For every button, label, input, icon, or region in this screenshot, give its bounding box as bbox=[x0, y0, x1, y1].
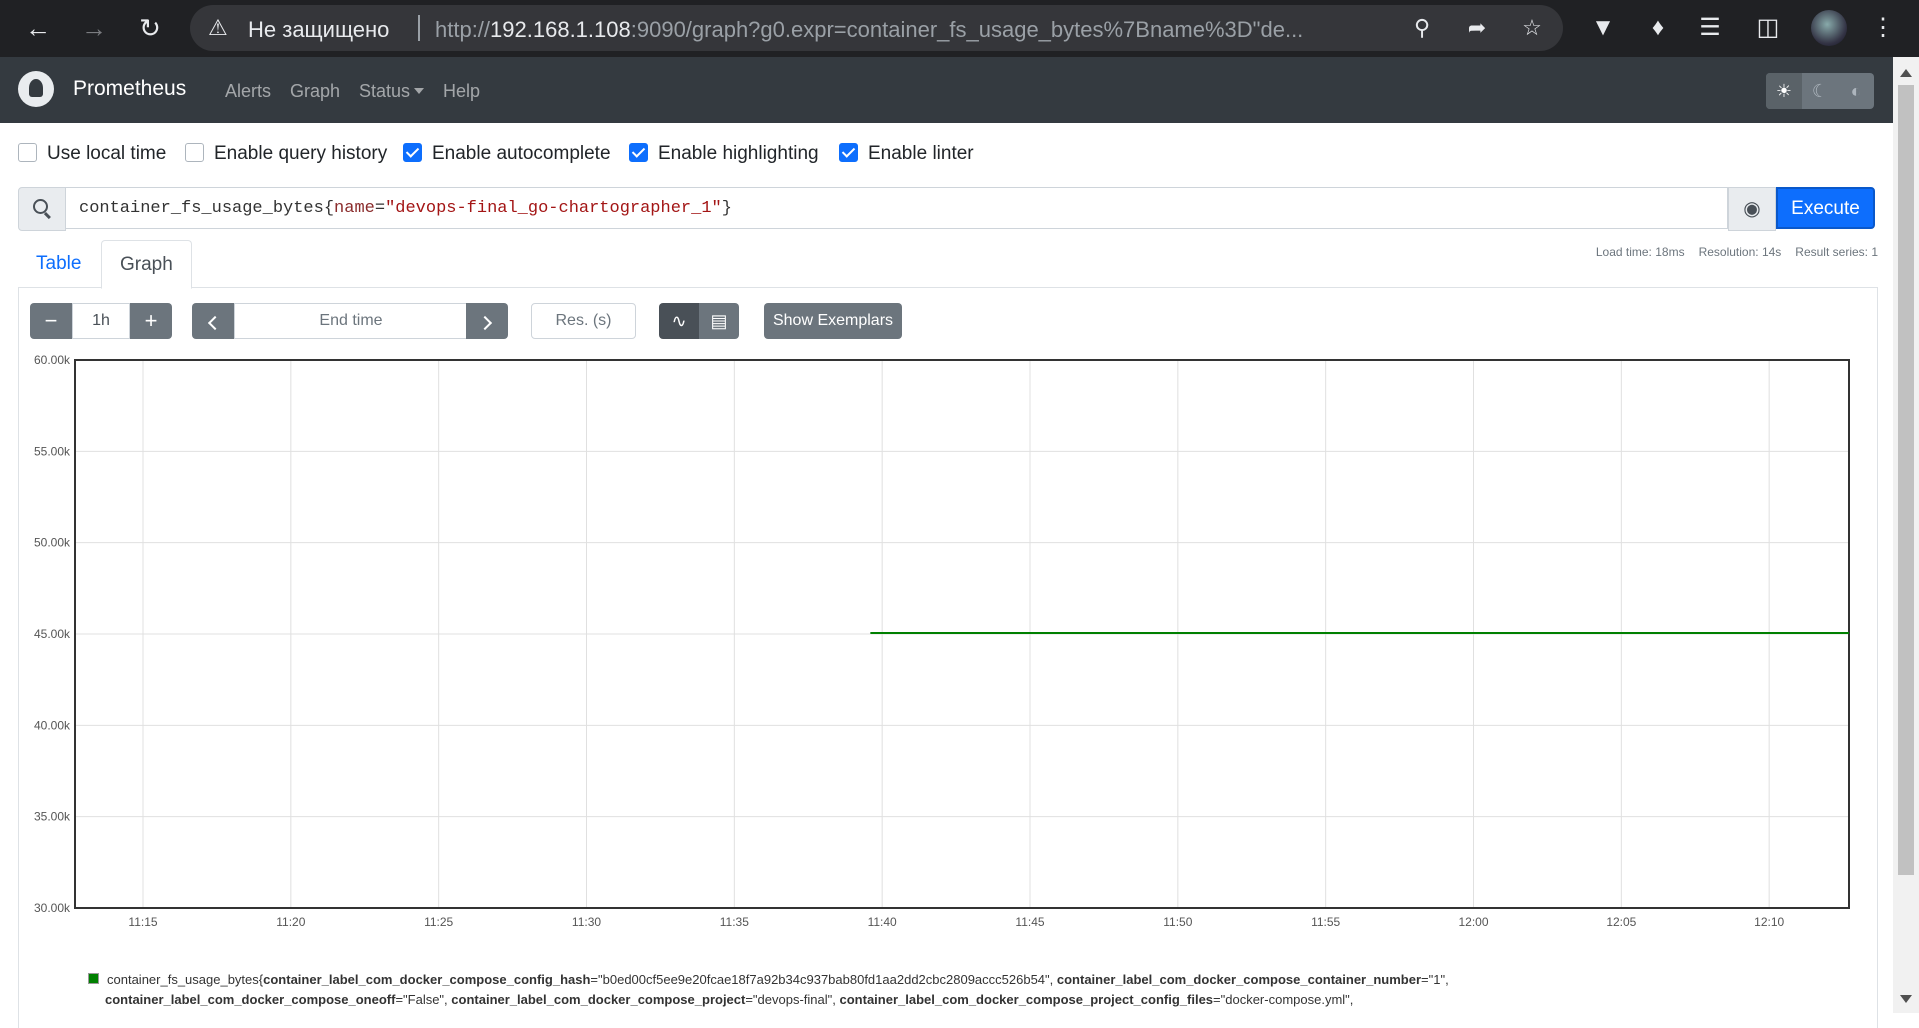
x-tick-label: 12:05 bbox=[1606, 915, 1636, 929]
query-input[interactable]: container_fs_usage_bytes{name="devops-fi… bbox=[65, 187, 1728, 229]
x-tick-label: 12:00 bbox=[1458, 915, 1488, 929]
series-color-swatch bbox=[88, 973, 99, 984]
show-exemplars-button[interactable]: Show Exemplars bbox=[764, 303, 902, 339]
media-queue-icon[interactable]: ☰ bbox=[1693, 11, 1727, 45]
prometheus-navbar: Prometheus Alerts Graph Status Help ☀ ☾ … bbox=[0, 57, 1893, 123]
resolution-input[interactable]: Res. (s) bbox=[531, 303, 636, 339]
x-tick-label: 12:10 bbox=[1754, 915, 1784, 929]
chevron-left-icon bbox=[207, 315, 223, 331]
decrease-range-button[interactable]: − bbox=[30, 303, 72, 339]
query-bar: container_fs_usage_bytes{name="devops-fi… bbox=[18, 187, 1878, 231]
nav-graph[interactable]: Graph bbox=[290, 81, 340, 102]
resolution: Resolution: 14s bbox=[1698, 245, 1782, 259]
x-tick-label: 11:40 bbox=[868, 915, 897, 929]
x-tick-label: 11:25 bbox=[424, 915, 453, 929]
browser-menu-icon[interactable]: ⋮ bbox=[1866, 11, 1900, 45]
reload-icon[interactable]: ↻ bbox=[132, 10, 168, 46]
x-tick-label: 11:30 bbox=[572, 915, 601, 929]
address-separator bbox=[418, 15, 420, 41]
checkbox-linter[interactable] bbox=[839, 143, 858, 162]
y-tick-label: 50.00k bbox=[34, 536, 71, 550]
x-tick-label: 11:15 bbox=[128, 915, 157, 929]
x-tick-label: 11:35 bbox=[720, 915, 749, 929]
auto-theme-icon[interactable]: ◐ bbox=[1838, 73, 1874, 109]
series-legend[interactable]: container_fs_usage_bytes{container_label… bbox=[88, 968, 1885, 1012]
increase-range-button[interactable]: + bbox=[130, 303, 172, 339]
theme-toggle-group: ☀ ☾ ◐ bbox=[1766, 73, 1874, 109]
side-panel-icon[interactable]: ◫ bbox=[1751, 11, 1785, 45]
range-input[interactable]: 1h bbox=[72, 303, 130, 339]
browser-toolbar: ← → ↻ ⚠ Не защищено http://192.168.1.108… bbox=[0, 0, 1919, 57]
load-time: Load time: 18ms bbox=[1595, 245, 1685, 259]
zoom-icon[interactable]: ⚲ bbox=[1407, 13, 1437, 43]
y-tick-label: 30.00k bbox=[34, 901, 71, 915]
option-linter[interactable]: Enable linter bbox=[839, 143, 974, 165]
scroll-down-arrow[interactable] bbox=[1900, 995, 1912, 1003]
vivaldi-extension-icon[interactable]: ▼ bbox=[1586, 11, 1620, 45]
line-chart-icon[interactable]: ∿ bbox=[659, 303, 699, 339]
chevron-right-icon bbox=[477, 315, 493, 331]
x-tick-label: 11:20 bbox=[276, 915, 305, 929]
scroll-up-arrow[interactable] bbox=[1900, 69, 1912, 77]
execute-button[interactable]: Execute bbox=[1776, 187, 1875, 229]
y-tick-label: 40.00k bbox=[34, 718, 71, 732]
x-tick-label: 11:55 bbox=[1311, 915, 1340, 929]
tab-graph[interactable]: Graph bbox=[101, 240, 192, 289]
forward-arrow-icon[interactable]: → bbox=[76, 10, 112, 46]
nav-alerts[interactable]: Alerts bbox=[225, 81, 271, 102]
light-theme-icon[interactable]: ☀ bbox=[1766, 73, 1802, 109]
checkbox-query-history[interactable] bbox=[185, 143, 204, 162]
dark-theme-icon[interactable]: ☾ bbox=[1802, 73, 1838, 109]
end-time-input[interactable]: End time bbox=[234, 303, 468, 339]
extensions-puzzle-icon[interactable]: ♦ bbox=[1641, 11, 1675, 45]
chevron-down-icon bbox=[414, 88, 425, 94]
query-stats: Load time: 18ms Resolution: 14s Result ser… bbox=[1582, 245, 1878, 259]
page-scrollbar[interactable] bbox=[1893, 57, 1919, 1013]
address-bar[interactable]: ⚠ Не защищено http://192.168.1.108:9090/… bbox=[190, 5, 1563, 51]
option-query-history[interactable]: Enable query history bbox=[185, 143, 387, 165]
share-icon[interactable]: ➦ bbox=[1462, 13, 1492, 43]
y-tick-label: 60.00k bbox=[34, 353, 71, 367]
result-tabs: Table Graph Load time: 18ms Resolution: 1… bbox=[18, 240, 1878, 289]
security-label[interactable]: Не защищено bbox=[248, 17, 389, 43]
legend-line-2: container_label_com_docker_compose_oneof… bbox=[105, 992, 1354, 1007]
time-series-chart[interactable]: 60.00k 55.00k 50.00k 45.00k 40.00k 35.00k 30.0… bbox=[20, 350, 1860, 930]
back-arrow-icon[interactable]: ← bbox=[20, 10, 56, 46]
option-highlighting[interactable]: Enable highlighting bbox=[629, 143, 819, 165]
next-time-button[interactable] bbox=[466, 303, 508, 339]
prometheus-logo-icon[interactable] bbox=[18, 71, 54, 107]
checkbox-highlighting[interactable] bbox=[629, 143, 648, 162]
previous-time-button[interactable] bbox=[192, 303, 234, 339]
warning-icon[interactable]: ⚠ bbox=[208, 15, 228, 41]
option-autocomplete[interactable]: Enable autocomplete bbox=[403, 143, 611, 165]
metrics-explorer-globe-icon[interactable]: ◉ bbox=[1728, 187, 1776, 231]
search-icon bbox=[18, 187, 66, 231]
option-use-local-time[interactable]: Use local time bbox=[18, 143, 166, 165]
x-tick-label: 11:50 bbox=[1163, 915, 1192, 929]
url-text[interactable]: http://192.168.1.108:9090/graph?g0.expr=… bbox=[435, 17, 1385, 43]
x-tick-label: 11:45 bbox=[1015, 915, 1044, 929]
bookmark-star-icon[interactable]: ☆ bbox=[1517, 13, 1547, 43]
checkbox-autocomplete[interactable] bbox=[403, 143, 422, 162]
nav-help[interactable]: Help bbox=[443, 81, 480, 102]
result-series: Result series: 1 bbox=[1795, 245, 1878, 259]
checkbox-use-local-time[interactable] bbox=[18, 143, 37, 162]
profile-avatar[interactable] bbox=[1811, 10, 1847, 46]
tab-table[interactable]: Table bbox=[18, 240, 99, 287]
y-tick-label: 35.00k bbox=[34, 810, 71, 824]
scrollbar-thumb[interactable] bbox=[1898, 85, 1914, 875]
stacked-chart-icon[interactable]: ▤ bbox=[699, 303, 739, 339]
nav-status[interactable]: Status bbox=[359, 81, 425, 102]
y-tick-label: 55.00k bbox=[34, 444, 71, 458]
y-tick-label: 45.00k bbox=[34, 627, 71, 641]
brand-title[interactable]: Prometheus bbox=[73, 77, 186, 101]
